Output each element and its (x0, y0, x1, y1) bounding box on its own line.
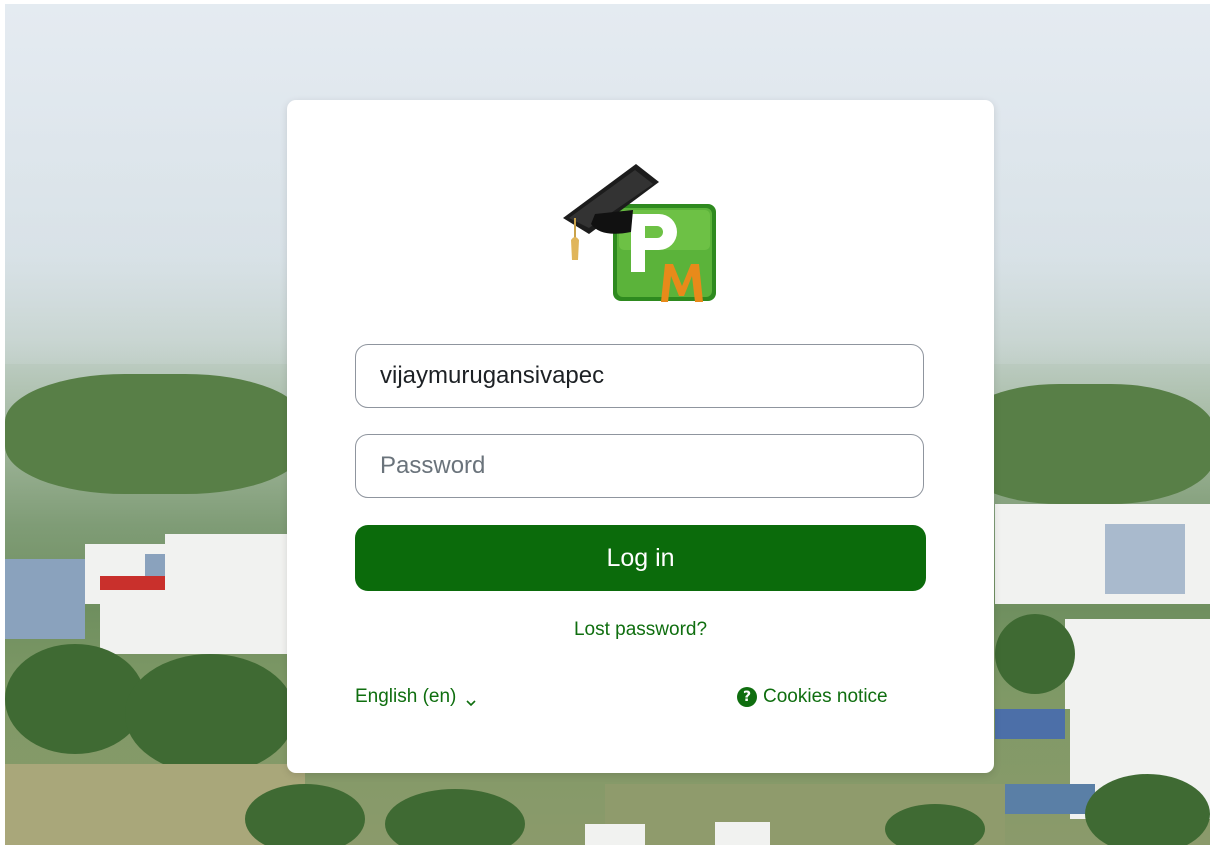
username-input[interactable] (355, 344, 924, 408)
language-label: English (en) (355, 686, 457, 707)
cookies-notice-link[interactable]: ? Cookies notice (737, 686, 888, 708)
chevron-down-icon (466, 692, 476, 707)
login-button[interactable]: Log in (355, 525, 926, 591)
login-card: Log in Lost password? English (en) ? Coo… (287, 100, 994, 773)
question-circle-icon: ? (737, 687, 757, 707)
pm-graduation-cap-logo (561, 162, 721, 302)
cookies-notice-label: Cookies notice (763, 686, 888, 707)
language-selector[interactable]: English (en) (355, 686, 476, 708)
password-input[interactable] (355, 434, 924, 498)
lost-password-link[interactable]: Lost password? (287, 619, 994, 641)
